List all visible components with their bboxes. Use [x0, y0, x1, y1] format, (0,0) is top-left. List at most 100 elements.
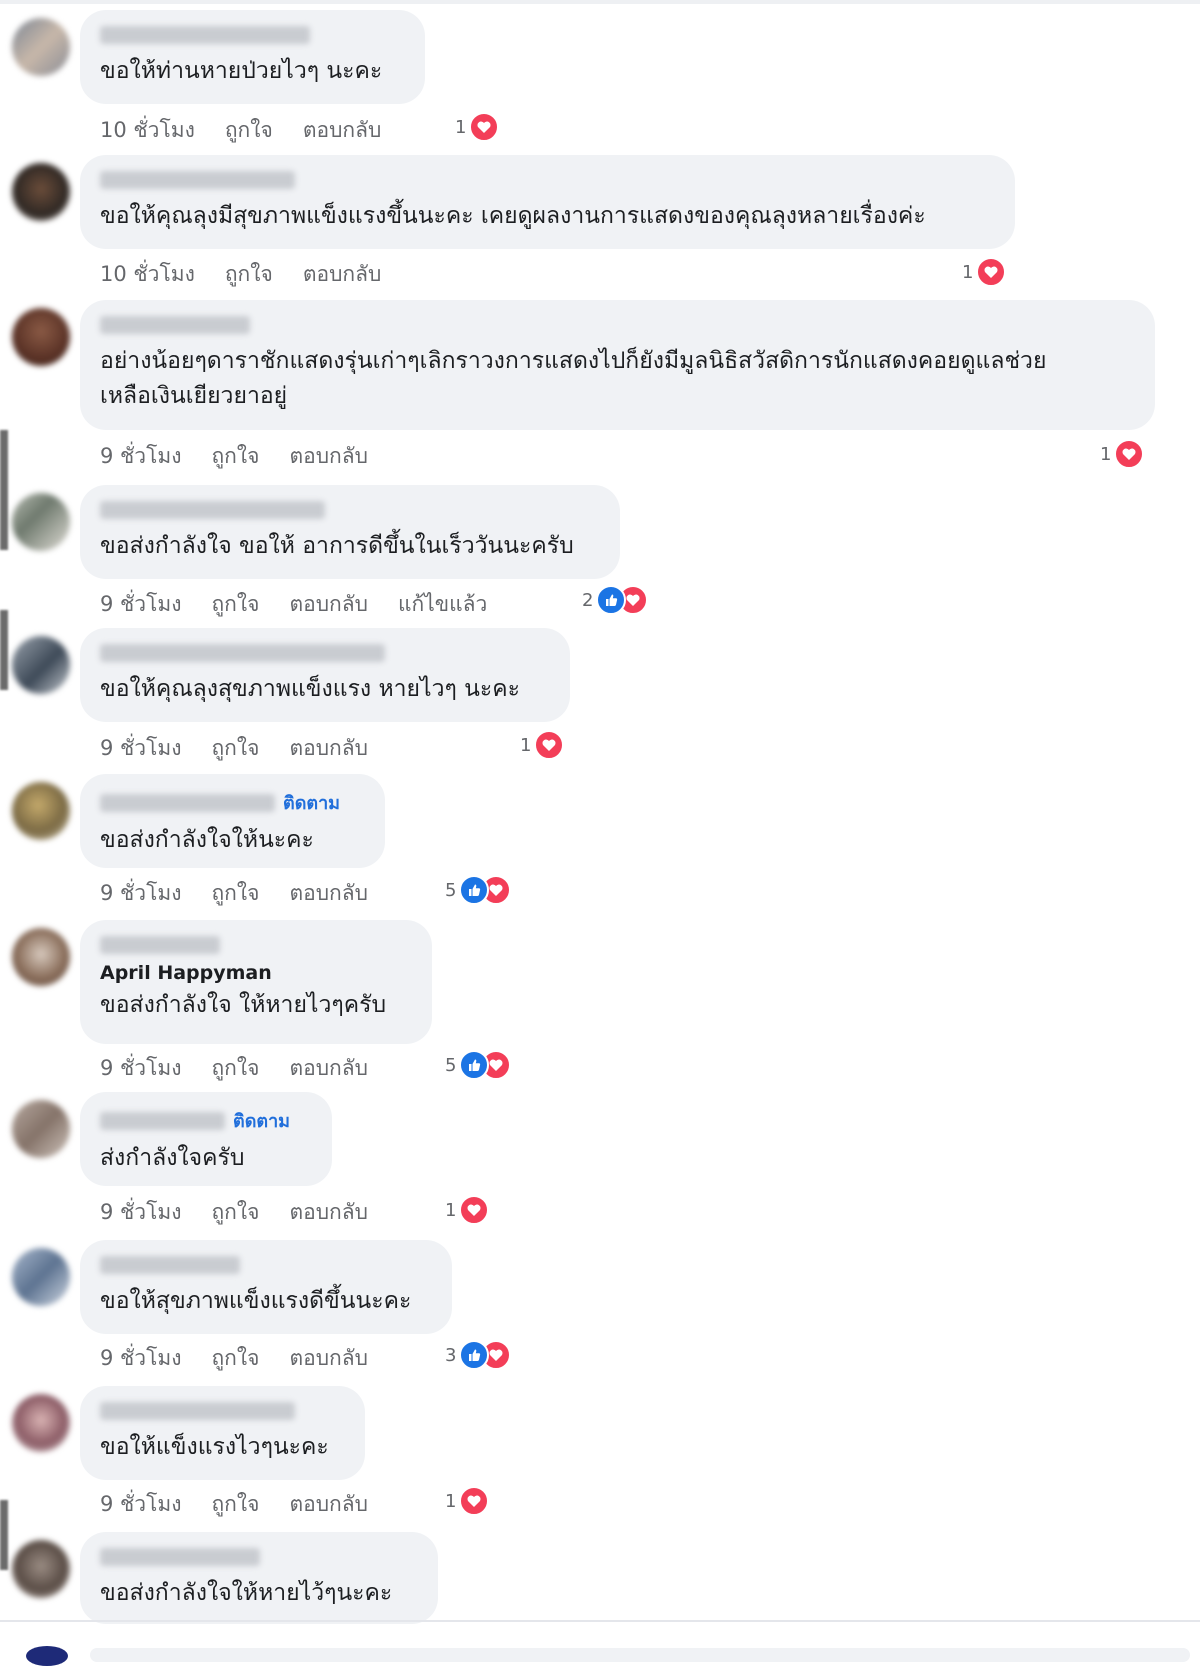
comment-timestamp[interactable]: 10 ชั่วโมง — [100, 114, 195, 147]
reaction-summary[interactable]: 1 — [445, 1486, 490, 1516]
reaction-summary[interactable]: 1 — [520, 730, 565, 760]
reply-link[interactable]: ตอบกลับ — [289, 1052, 368, 1085]
avatar[interactable] — [12, 163, 70, 221]
commenter-name-row: ติดตาม — [100, 1106, 310, 1135]
like-link[interactable]: ถูกใจ — [211, 1488, 259, 1521]
like-link[interactable]: ถูกใจ — [211, 877, 259, 910]
avatar[interactable] — [12, 636, 70, 694]
like-link[interactable]: ถูกใจ — [211, 588, 259, 621]
reaction-count: 1 — [520, 734, 532, 756]
reaction-count: 5 — [445, 879, 457, 901]
comment-text: ขอให้แข็งแรงไวๆนะคะ — [100, 1434, 329, 1460]
reaction-summary[interactable]: 5 — [445, 875, 512, 905]
next-avatar-partial — [26, 1646, 68, 1666]
follow-link[interactable]: ติดตาม — [283, 788, 340, 817]
commenter-name-blurred[interactable] — [100, 1256, 240, 1274]
avatar[interactable] — [12, 1248, 70, 1306]
commenter-name-blurred[interactable] — [100, 936, 220, 954]
comment-timestamp[interactable]: 9 ชั่วโมง — [100, 1052, 181, 1085]
avatar[interactable] — [12, 18, 70, 76]
comment-bubble: ขอส่งกำลังใจให้หายไว้ๆนะคะ — [80, 1532, 438, 1624]
follow-link[interactable]: ติดตาม — [233, 1106, 290, 1135]
commenter-name-blurred[interactable] — [100, 316, 250, 334]
reply-link[interactable]: ตอบกลับ — [289, 1342, 368, 1375]
comment-bubble: อย่างน้อยๆดาราชักแสดงรุ่นเก่าๆเลิกราวงกา… — [80, 300, 1155, 430]
reaction-count: 3 — [445, 1344, 457, 1366]
avatar[interactable] — [12, 1540, 70, 1598]
commenter-name-blurred[interactable] — [100, 171, 295, 189]
comment-text: ขอส่งกำลังใจ ขอให้ อาการดีขึ้นในเร็ววันน… — [100, 533, 574, 559]
comment-text: ขอส่งกำลังใจให้นะคะ — [100, 827, 314, 853]
commenter-name-blurred[interactable] — [100, 501, 325, 519]
like-link[interactable]: ถูกใจ — [211, 1342, 259, 1375]
like-link[interactable]: ถูกใจ — [211, 440, 259, 473]
like-link[interactable]: ถูกใจ — [225, 114, 273, 147]
comment-timestamp[interactable]: 9 ชั่วโมง — [100, 440, 181, 473]
commenter-name-blurred[interactable] — [100, 793, 275, 812]
commenter-name-row: ติดตาม — [100, 788, 363, 817]
reply-link[interactable]: ตอบกลับ — [289, 1488, 368, 1521]
comment-timestamp[interactable]: 9 ชั่วโมง — [100, 877, 181, 910]
reply-link[interactable]: ตอบกลับ — [289, 1196, 368, 1229]
reaction-count: 1 — [455, 116, 467, 138]
reaction-summary[interactable]: 1 — [1100, 439, 1145, 469]
love-reaction-icon — [459, 1195, 490, 1225]
reaction-summary[interactable]: 3 — [445, 1340, 512, 1370]
commenter-name-blurred[interactable] — [100, 644, 385, 662]
reaction-count: 1 — [445, 1199, 457, 1221]
like-link[interactable]: ถูกใจ — [225, 258, 273, 291]
comment-bubble: ขอให้คุณลุงสุขภาพแข็งแรง หายไวๆ นะคะ — [80, 628, 570, 722]
comment-bubble: ขอให้คุณลุงมีสุขภาพแข็งแรงขึ้นนะคะ เคยดู… — [80, 155, 1015, 249]
reaction-summary[interactable]: 1 — [455, 112, 500, 142]
reaction-summary[interactable]: 1 — [445, 1195, 490, 1225]
avatar[interactable] — [12, 928, 70, 986]
commenter-name-blurred[interactable] — [100, 1402, 295, 1420]
like-link[interactable]: ถูกใจ — [211, 1196, 259, 1229]
mentioned-user[interactable]: April Happyman — [100, 962, 410, 984]
comment-text: อย่างน้อยๆดาราชักแสดงรุ่นเก่าๆเลิกราวงกา… — [100, 348, 1047, 409]
avatar[interactable] — [12, 493, 70, 551]
comment-actions: 10 ชั่วโมง ถูกใจ ตอบกลับ — [100, 258, 411, 291]
avatar[interactable] — [12, 1100, 70, 1158]
reply-link[interactable]: ตอบกลับ — [289, 440, 368, 473]
reaction-count: 5 — [445, 1054, 457, 1076]
reaction-summary[interactable]: 1 — [962, 257, 1007, 287]
love-reaction-icon — [459, 1486, 490, 1516]
love-reaction-icon — [469, 112, 500, 142]
avatar[interactable] — [12, 1394, 70, 1452]
comment-actions: 9 ชั่วโมง ถูกใจ ตอบกลับ — [100, 1196, 398, 1229]
comment-text: ขอให้คุณลุงมีสุขภาพแข็งแรงขึ้นนะคะ เคยดู… — [100, 203, 926, 229]
love-reaction-icon — [1114, 439, 1145, 469]
reply-link[interactable]: ตอบกลับ — [289, 732, 368, 765]
left-edge-artifact — [0, 430, 8, 550]
commenter-name-blurred[interactable] — [100, 1548, 260, 1566]
edited-label: แก้ไขแล้ว — [397, 592, 488, 616]
comment-text: ขอให้ท่านหายป่วยไวๆ นะคะ — [100, 58, 383, 84]
like-link[interactable]: ถูกใจ — [211, 732, 259, 765]
reply-link[interactable]: ตอบกลับ — [303, 258, 382, 291]
comment-text: ขอให้สุขภาพแข็งแรงดีขึ้นนะคะ — [100, 1288, 412, 1314]
reply-link[interactable]: ตอบกลับ — [289, 588, 368, 621]
comment-timestamp[interactable]: 9 ชั่วโมง — [100, 1196, 181, 1229]
commenter-name-blurred[interactable] — [100, 26, 310, 44]
avatar[interactable] — [12, 308, 70, 366]
comment-timestamp[interactable]: 10 ชั่วโมง — [100, 258, 195, 291]
comment-bubble: ติดตาม ส่งกำลังใจครับ — [80, 1092, 332, 1186]
comment-actions: 9 ชั่วโมง ถูกใจ ตอบกลับ — [100, 877, 398, 910]
comment-timestamp[interactable]: 9 ชั่วโมง — [100, 1488, 181, 1521]
next-comment-partial — [90, 1648, 1190, 1662]
left-edge-artifact — [0, 1500, 8, 1570]
reply-link[interactable]: ตอบกลับ — [289, 877, 368, 910]
comment-timestamp[interactable]: 9 ชั่วโมง — [100, 588, 181, 621]
avatar[interactable] — [12, 782, 70, 840]
comment-timestamp[interactable]: 9 ชั่วโมง — [100, 732, 181, 765]
reaction-summary[interactable]: 5 — [445, 1050, 512, 1080]
comment-timestamp[interactable]: 9 ชั่วโมง — [100, 1342, 181, 1375]
love-reaction-icon — [534, 730, 565, 760]
reply-link[interactable]: ตอบกลับ — [303, 114, 382, 147]
comment-actions: 9 ชั่วโมง ถูกใจ ตอบกลับ แก้ไขแล้ว — [100, 588, 517, 621]
commenter-name-blurred[interactable] — [100, 1111, 225, 1130]
like-link[interactable]: ถูกใจ — [211, 1052, 259, 1085]
reaction-summary[interactable]: 2 — [582, 585, 649, 615]
comment-actions: 10 ชั่วโมง ถูกใจ ตอบกลับ — [100, 114, 411, 147]
